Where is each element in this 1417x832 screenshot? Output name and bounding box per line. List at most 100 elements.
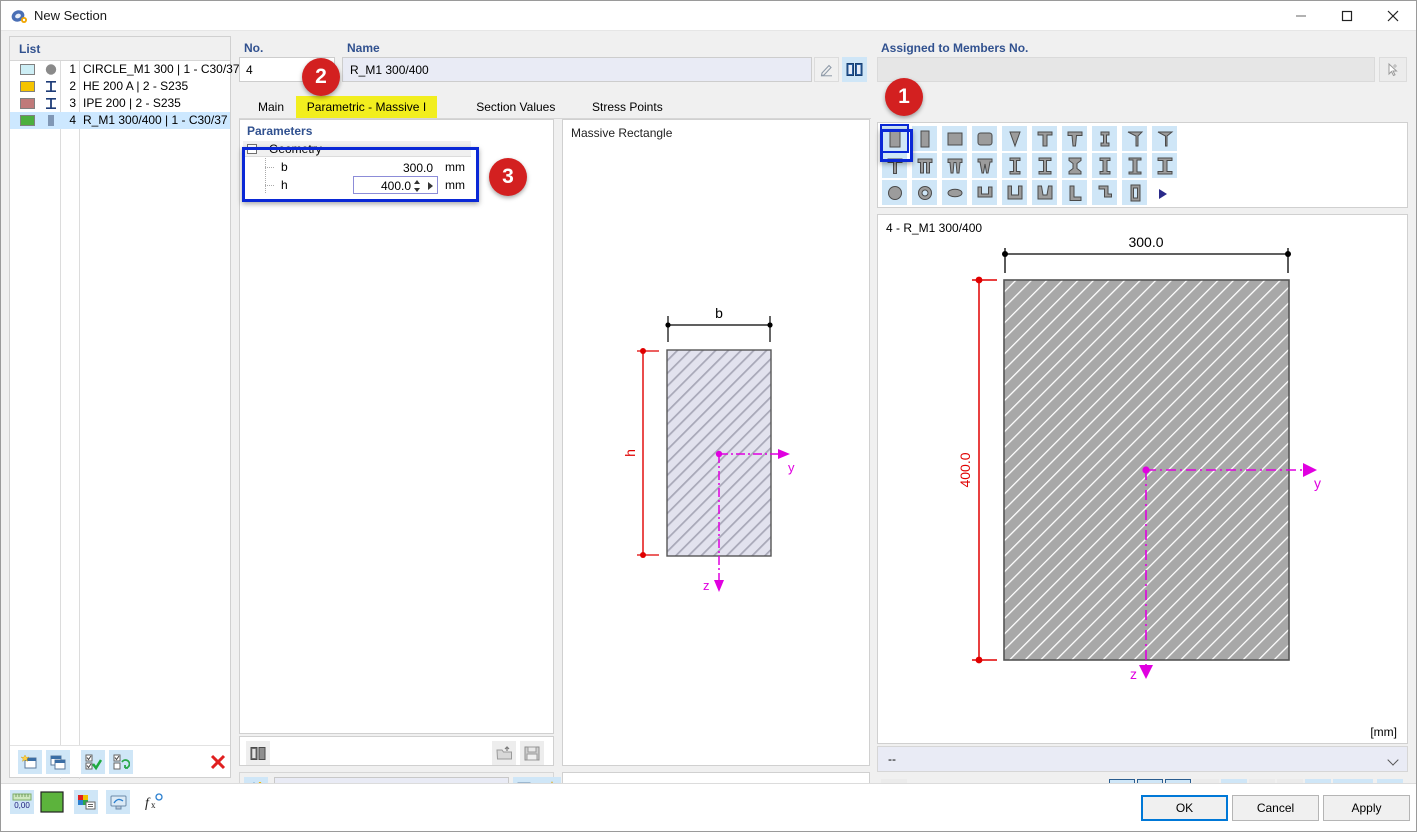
shape-tee-wide-v-icon[interactable] [1122,126,1147,151]
list-item-number: 2 [69,79,76,93]
param-value-h: 400.0 [380,179,411,193]
shape-i-beam-narrow-icon[interactable] [1002,153,1027,178]
list-item-label: R_M1 300/400 | 1 - C30/37 [83,113,228,127]
list-item[interactable]: 3 IPE 200 | 2 - S235 [10,95,230,112]
preview-view-select[interactable]: -- [877,746,1408,772]
book-library-icon[interactable] [246,741,270,765]
shape-w-shape-icon[interactable] [972,153,997,178]
shape-square-rounded-icon[interactable] [972,126,997,151]
copy-section-button[interactable] [46,750,70,774]
pick-members-icon[interactable] [1379,57,1407,82]
expand-arrow-icon[interactable] [428,182,433,190]
param-row-h[interactable]: h 400.0 mm [243,176,471,194]
svg-text:0,00: 0,00 [14,801,30,810]
maximize-icon[interactable] [1324,1,1370,31]
shape-tee-slanted-icon[interactable] [1152,126,1177,151]
library-book-icon[interactable] [842,57,867,82]
geometry-group-label: Geometry [269,142,322,156]
shape-i-beam-flared-icon[interactable] [1152,153,1177,178]
shape-i-beam-thin-icon[interactable] [1092,153,1117,178]
geometry-group-row[interactable]: Geometry [243,141,471,157]
formula-fx-icon[interactable]: f x [141,790,165,814]
section-list: 1 CIRCLE_M1 300 | 1 - C30/37 2 HE 200 A | 2… [10,61,240,129]
dim-label-b: b [715,305,723,321]
param-value-h-field[interactable]: 400.0 [353,176,438,194]
assigned-members-input[interactable] [877,57,1375,82]
display-properties-icon[interactable] [74,790,98,814]
shape-i-beam-standard-icon[interactable] [1032,153,1057,178]
center-panel: No. Name 4 R_M1 300/400 Main Parametric … [239,36,871,804]
list-item[interactable]: 4 R_M1 300/400 | 1 - C30/37 [10,112,230,129]
preview-unit-label: [mm] [1370,725,1397,739]
param-name-h: h [281,178,288,192]
list-item[interactable]: 1 CIRCLE_M1 300 | 1 - C30/37 [10,61,240,78]
shape-i-beam-wide-icon[interactable] [1122,153,1147,178]
close-icon[interactable] [1370,1,1416,31]
shape-circle-hollow-icon[interactable] [912,180,937,205]
shape-zed-shape-icon[interactable] [1092,180,1117,205]
parameters-grid: Geometry b 300.0 mm h 400.0 mm [243,141,471,194]
assigned-members-label: Assigned to Members No. [881,41,1029,55]
chevron-down-icon [1387,754,1399,766]
list-header: List [10,37,230,61]
circle-icon [44,63,58,76]
name-label: Name [347,41,380,55]
shape-taper-v-icon[interactable] [1002,126,1027,151]
shape-box-hollow-icon[interactable] [1122,180,1147,205]
cancel-button[interactable]: Cancel [1232,795,1319,821]
folder-import-icon[interactable] [492,741,516,765]
shape-rect-filled-narrow-icon[interactable] [912,126,937,151]
shape-tee-down-icon[interactable] [1032,126,1057,151]
edit-icon[interactable] [814,57,839,82]
shape-tee-narrow-icon[interactable] [1092,126,1117,151]
parameters-title: Parameters [247,124,313,138]
check-all-button[interactable] [81,750,105,774]
shape-preview-panel: Massive Rectangle b h y z [562,119,870,766]
collapse-icon[interactable] [247,144,257,154]
shape-tee-up-icon[interactable] [882,153,907,178]
shape-channel-u-icon[interactable] [972,180,997,205]
right-panel: Assigned to Members No. 4 - R_M1 300/400 [877,36,1408,803]
section-icon [10,7,28,25]
param-row-b[interactable]: b 300.0 mm [243,158,471,176]
tab-main[interactable]: Main [247,96,295,118]
graphic-settings-icon[interactable] [106,790,130,814]
name-value: R_M1 300/400 [350,63,429,77]
tab-stress-points[interactable]: Stress Points [581,96,674,118]
shape-double-tee-taper-icon[interactable] [942,153,967,178]
section-preview-panel: 4 - R_M1 300/400 300.0 400.0 y z [mm] [877,214,1408,744]
list-item-label: CIRCLE_M1 300 | 1 - C30/37 [83,62,240,76]
tab-section-values[interactable]: Section Values [465,96,566,118]
minimize-icon[interactable] [1278,1,1324,31]
toggle-all-button[interactable] [109,750,133,774]
shape-angle-l-icon[interactable] [1062,180,1087,205]
dialog-body: List 1 CIRCLE_M1 300 | 1 - C30/37 2 HE 200 … [1,31,1416,804]
tree-branch [265,185,275,186]
delete-section-button[interactable] [206,750,230,774]
shape-tee-right-icon[interactable] [1062,126,1087,151]
save-disk-icon[interactable] [520,741,544,765]
i-beam-icon [44,97,58,110]
title-bar: New Section [1,1,1416,31]
axis-label-y: y [788,460,795,475]
apply-button[interactable]: Apply [1323,795,1410,821]
shape-double-tee-legs-icon[interactable] [912,153,937,178]
shape-channel-u-wide-icon[interactable] [1002,180,1027,205]
shape-rect-hollow-vertical-icon[interactable] [882,126,907,151]
list-header-label: List [19,42,41,56]
ok-button[interactable]: OK [1141,795,1228,821]
list-item[interactable]: 2 HE 200 A | 2 - S235 [10,78,230,95]
new-section-button[interactable] [18,750,42,774]
more-arrow-icon[interactable] [1159,189,1167,199]
tab-parametric-massive-i[interactable]: Parametric - Massive I [295,96,438,118]
shape-square-filled-icon[interactable] [942,126,967,151]
shape-i-beam-taper-icon[interactable] [1062,153,1087,178]
name-field[interactable]: R_M1 300/400 [342,57,812,82]
green-color-swatch-icon[interactable] [40,790,64,814]
shape-ellipse-filled-icon[interactable] [942,180,967,205]
decimal-places-button[interactable]: 0,00 [10,790,34,814]
shape-channel-u-taper-icon[interactable] [1032,180,1057,205]
param-value-b-field[interactable]: 300.0 [353,158,438,176]
shape-circle-filled-icon[interactable] [882,180,907,205]
spinner-icon[interactable] [413,180,421,192]
